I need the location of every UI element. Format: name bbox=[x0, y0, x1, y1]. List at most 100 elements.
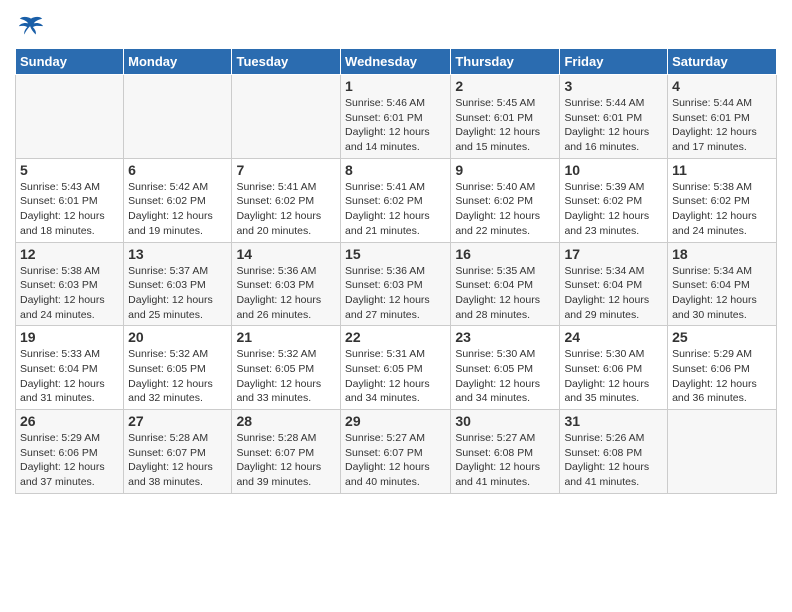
cell-info-text: Sunrise: 5:27 AM Sunset: 6:08 PM Dayligh… bbox=[455, 431, 555, 490]
cell-date-number: 4 bbox=[672, 78, 772, 94]
calendar-cell: 30Sunrise: 5:27 AM Sunset: 6:08 PM Dayli… bbox=[451, 410, 560, 494]
calendar-cell bbox=[232, 75, 341, 159]
cell-info-text: Sunrise: 5:28 AM Sunset: 6:07 PM Dayligh… bbox=[128, 431, 227, 490]
cell-info-text: Sunrise: 5:28 AM Sunset: 6:07 PM Dayligh… bbox=[236, 431, 336, 490]
calendar-cell: 10 Sunrise: 5:39 AM Sunset: 6:02 PM Dayli… bbox=[560, 158, 668, 242]
cell-info-text: Sunrise: 5:32 AM Sunset: 6:05 PM Dayligh… bbox=[236, 347, 336, 406]
calendar-cell bbox=[124, 75, 232, 159]
calendar-cell: 23 Sunrise: 5:30 AM Sunset: 6:05 PM Dayli… bbox=[451, 326, 560, 410]
calendar-cell: 24 Sunrise: 5:30 AM Sunset: 6:06 PM Dayli… bbox=[560, 326, 668, 410]
cell-info-text: Sunrise: 5:34 AM Sunset: 6:04 PM Dayligh… bbox=[564, 264, 663, 323]
calendar-cell: 12 Sunrise: 5:38 AM Sunset: 6:03 PM Dayli… bbox=[16, 242, 124, 326]
cell-info-text: Sunrise: 5:40 AM Sunset: 6:02 PM Dayligh… bbox=[455, 180, 555, 239]
weekday-header-row: SundayMondayTuesdayWednesdayThursdayFrid… bbox=[16, 49, 777, 75]
weekday-header-wednesday: Wednesday bbox=[341, 49, 451, 75]
weekday-header-saturday: Saturday bbox=[668, 49, 777, 75]
cell-date-number: 25 bbox=[672, 329, 772, 345]
cell-date-number: 13 bbox=[128, 246, 227, 262]
cell-date-number: 31 bbox=[564, 413, 663, 429]
cell-info-text: Sunrise: 5:42 AM Sunset: 6:02 PM Dayligh… bbox=[128, 180, 227, 239]
calendar-cell: 22 Sunrise: 5:31 AM Sunset: 6:05 PM Dayli… bbox=[341, 326, 451, 410]
calendar-cell: 17 Sunrise: 5:34 AM Sunset: 6:04 PM Dayli… bbox=[560, 242, 668, 326]
cell-date-number: 16 bbox=[455, 246, 555, 262]
cell-date-number: 10 bbox=[564, 162, 663, 178]
cell-info-text: Sunrise: 5:46 AM Sunset: 6:01 PM Dayligh… bbox=[345, 96, 446, 155]
cell-info-text: Sunrise: 5:45 AM Sunset: 6:01 PM Dayligh… bbox=[455, 96, 555, 155]
header bbox=[15, 10, 777, 42]
calendar-cell bbox=[16, 75, 124, 159]
cell-date-number: 19 bbox=[20, 329, 119, 345]
cell-date-number: 7 bbox=[236, 162, 336, 178]
cell-info-text: Sunrise: 5:30 AM Sunset: 6:06 PM Dayligh… bbox=[564, 347, 663, 406]
cell-info-text: Sunrise: 5:37 AM Sunset: 6:03 PM Dayligh… bbox=[128, 264, 227, 323]
cell-date-number: 23 bbox=[455, 329, 555, 345]
cell-date-number: 21 bbox=[236, 329, 336, 345]
cell-info-text: Sunrise: 5:31 AM Sunset: 6:05 PM Dayligh… bbox=[345, 347, 446, 406]
logo-bird-icon bbox=[17, 14, 45, 42]
cell-info-text: Sunrise: 5:41 AM Sunset: 6:02 PM Dayligh… bbox=[236, 180, 336, 239]
cell-date-number: 3 bbox=[564, 78, 663, 94]
cell-info-text: Sunrise: 5:43 AM Sunset: 6:01 PM Dayligh… bbox=[20, 180, 119, 239]
calendar-cell: 1Sunrise: 5:46 AM Sunset: 6:01 PM Daylig… bbox=[341, 75, 451, 159]
week-row-3: 12 Sunrise: 5:38 AM Sunset: 6:03 PM Dayli… bbox=[16, 242, 777, 326]
cell-info-text: Sunrise: 5:29 AM Sunset: 6:06 PM Dayligh… bbox=[672, 347, 772, 406]
calendar-cell: 9 Sunrise: 5:40 AM Sunset: 6:02 PM Daylig… bbox=[451, 158, 560, 242]
cell-date-number: 8 bbox=[345, 162, 446, 178]
cell-date-number: 26 bbox=[20, 413, 119, 429]
cell-info-text: Sunrise: 5:26 AM Sunset: 6:08 PM Dayligh… bbox=[564, 431, 663, 490]
cell-info-text: Sunrise: 5:38 AM Sunset: 6:03 PM Dayligh… bbox=[20, 264, 119, 323]
week-row-4: 19 Sunrise: 5:33 AM Sunset: 6:04 PM Dayli… bbox=[16, 326, 777, 410]
calendar-cell: 28 Sunrise: 5:28 AM Sunset: 6:07 PM Dayli… bbox=[232, 410, 341, 494]
calendar-cell: 13 Sunrise: 5:37 AM Sunset: 6:03 PM Dayli… bbox=[124, 242, 232, 326]
week-row-5: 26 Sunrise: 5:29 AM Sunset: 6:06 PM Dayli… bbox=[16, 410, 777, 494]
calendar-cell: 4 Sunrise: 5:44 AM Sunset: 6:01 PM Daylig… bbox=[668, 75, 777, 159]
cell-date-number: 27 bbox=[128, 413, 227, 429]
cell-info-text: Sunrise: 5:29 AM Sunset: 6:06 PM Dayligh… bbox=[20, 431, 119, 490]
calendar-cell: 31 Sunrise: 5:26 AM Sunset: 6:08 PM Dayli… bbox=[560, 410, 668, 494]
cell-info-text: Sunrise: 5:36 AM Sunset: 6:03 PM Dayligh… bbox=[236, 264, 336, 323]
calendar-cell: 18 Sunrise: 5:34 AM Sunset: 6:04 PM Dayli… bbox=[668, 242, 777, 326]
calendar-cell: 6Sunrise: 5:42 AM Sunset: 6:02 PM Daylig… bbox=[124, 158, 232, 242]
calendar-cell: 25 Sunrise: 5:29 AM Sunset: 6:06 PM Dayli… bbox=[668, 326, 777, 410]
calendar-cell: 19 Sunrise: 5:33 AM Sunset: 6:04 PM Dayli… bbox=[16, 326, 124, 410]
cell-info-text: Sunrise: 5:44 AM Sunset: 6:01 PM Dayligh… bbox=[564, 96, 663, 155]
weekday-header-friday: Friday bbox=[560, 49, 668, 75]
cell-date-number: 9 bbox=[455, 162, 555, 178]
calendar-cell: 16 Sunrise: 5:35 AM Sunset: 6:04 PM Dayli… bbox=[451, 242, 560, 326]
cell-info-text: Sunrise: 5:30 AM Sunset: 6:05 PM Dayligh… bbox=[455, 347, 555, 406]
calendar-cell: 26 Sunrise: 5:29 AM Sunset: 6:06 PM Dayli… bbox=[16, 410, 124, 494]
cell-date-number: 11 bbox=[672, 162, 772, 178]
cell-info-text: Sunrise: 5:41 AM Sunset: 6:02 PM Dayligh… bbox=[345, 180, 446, 239]
weekday-header-thursday: Thursday bbox=[451, 49, 560, 75]
calendar-cell: 2 Sunrise: 5:45 AM Sunset: 6:01 PM Daylig… bbox=[451, 75, 560, 159]
calendar-cell: 15 Sunrise: 5:36 AM Sunset: 6:03 PM Dayli… bbox=[341, 242, 451, 326]
cell-date-number: 24 bbox=[564, 329, 663, 345]
cell-info-text: Sunrise: 5:44 AM Sunset: 6:01 PM Dayligh… bbox=[672, 96, 772, 155]
cell-info-text: Sunrise: 5:27 AM Sunset: 6:07 PM Dayligh… bbox=[345, 431, 446, 490]
cell-date-number: 18 bbox=[672, 246, 772, 262]
page: SundayMondayTuesdayWednesdayThursdayFrid… bbox=[0, 0, 792, 504]
calendar-cell: 5Sunrise: 5:43 AM Sunset: 6:01 PM Daylig… bbox=[16, 158, 124, 242]
week-row-1: 1Sunrise: 5:46 AM Sunset: 6:01 PM Daylig… bbox=[16, 75, 777, 159]
cell-info-text: Sunrise: 5:33 AM Sunset: 6:04 PM Dayligh… bbox=[20, 347, 119, 406]
calendar-cell: 20Sunrise: 5:32 AM Sunset: 6:05 PM Dayli… bbox=[124, 326, 232, 410]
cell-info-text: Sunrise: 5:34 AM Sunset: 6:04 PM Dayligh… bbox=[672, 264, 772, 323]
calendar-table: SundayMondayTuesdayWednesdayThursdayFrid… bbox=[15, 48, 777, 494]
weekday-header-tuesday: Tuesday bbox=[232, 49, 341, 75]
cell-info-text: Sunrise: 5:39 AM Sunset: 6:02 PM Dayligh… bbox=[564, 180, 663, 239]
calendar-cell: 7 Sunrise: 5:41 AM Sunset: 6:02 PM Daylig… bbox=[232, 158, 341, 242]
calendar-cell bbox=[668, 410, 777, 494]
calendar-cell: 27 Sunrise: 5:28 AM Sunset: 6:07 PM Dayli… bbox=[124, 410, 232, 494]
cell-date-number: 28 bbox=[236, 413, 336, 429]
calendar-cell: 11Sunrise: 5:38 AM Sunset: 6:02 PM Dayli… bbox=[668, 158, 777, 242]
calendar-cell: 8 Sunrise: 5:41 AM Sunset: 6:02 PM Daylig… bbox=[341, 158, 451, 242]
cell-info-text: Sunrise: 5:36 AM Sunset: 6:03 PM Dayligh… bbox=[345, 264, 446, 323]
cell-info-text: Sunrise: 5:32 AM Sunset: 6:05 PM Dayligh… bbox=[128, 347, 227, 406]
cell-date-number: 17 bbox=[564, 246, 663, 262]
cell-date-number: 12 bbox=[20, 246, 119, 262]
cell-date-number: 15 bbox=[345, 246, 446, 262]
calendar-cell: 3 Sunrise: 5:44 AM Sunset: 6:01 PM Daylig… bbox=[560, 75, 668, 159]
cell-date-number: 22 bbox=[345, 329, 446, 345]
cell-date-number: 2 bbox=[455, 78, 555, 94]
cell-info-text: Sunrise: 5:35 AM Sunset: 6:04 PM Dayligh… bbox=[455, 264, 555, 323]
